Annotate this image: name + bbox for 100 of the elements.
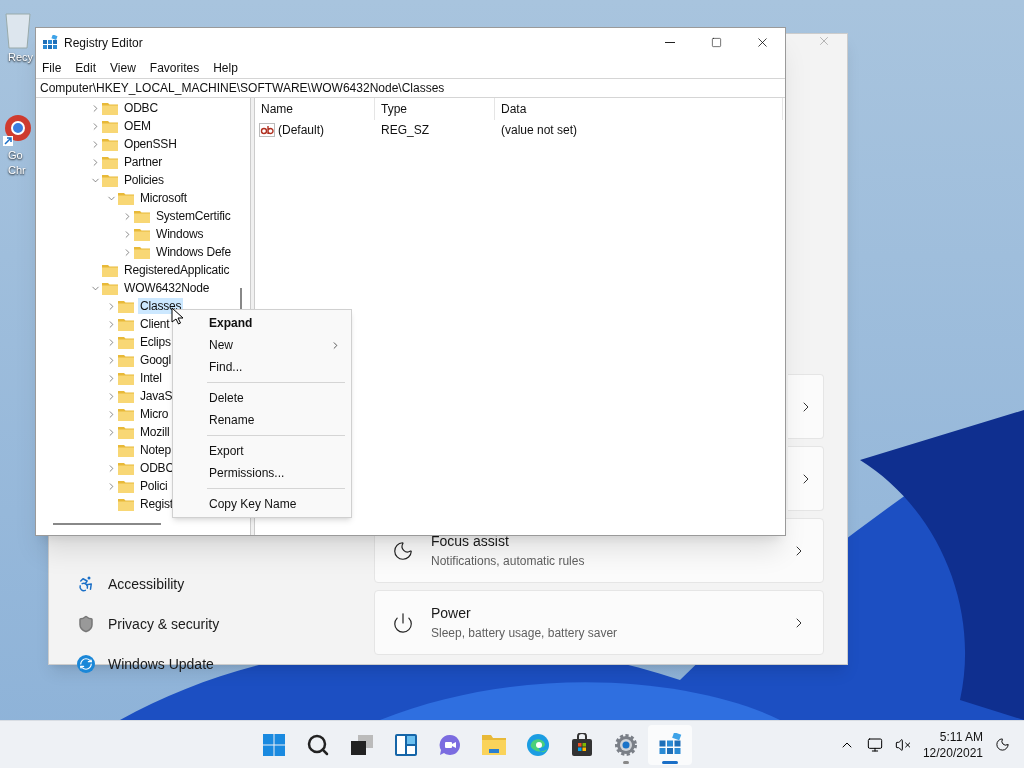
video-chat-icon bbox=[438, 732, 463, 757]
accessibility-icon bbox=[77, 575, 95, 593]
tree-item[interactable]: ODBC bbox=[138, 460, 176, 476]
folder-icon bbox=[118, 335, 134, 349]
menu-item[interactable]: Edit bbox=[73, 58, 99, 77]
browser-swirl-icon bbox=[526, 732, 551, 757]
folder-icon bbox=[102, 137, 118, 151]
windows-logo-icon bbox=[262, 732, 287, 757]
menu-item[interactable]: Export bbox=[173, 440, 351, 462]
nav-item[interactable]: Windows Update bbox=[57, 644, 366, 684]
tree-item[interactable]: ODBC bbox=[122, 100, 160, 116]
tree-item[interactable]: Intel bbox=[138, 370, 164, 386]
folder-icon bbox=[134, 227, 150, 241]
window-title: Registry Editor bbox=[64, 34, 143, 52]
moon-icon bbox=[392, 539, 414, 562]
settings-card[interactable] bbox=[788, 446, 824, 511]
string-value-icon bbox=[259, 123, 275, 137]
menu-item[interactable]: Find... bbox=[173, 356, 351, 378]
tree-item[interactable]: Client bbox=[138, 316, 172, 332]
column-header[interactable]: Data bbox=[495, 98, 783, 120]
tree-item[interactable]: Mozill bbox=[138, 424, 172, 440]
menu-item[interactable]: File bbox=[40, 58, 64, 77]
menu-item[interactable]: Delete bbox=[173, 387, 351, 409]
tree-item[interactable]: OEM bbox=[122, 118, 153, 134]
address-bar[interactable]: Computer\HKEY_LOCAL_MACHINE\SOFTWARE\WOW6432Node\Classes bbox=[36, 78, 785, 98]
tree-item[interactable]: OpenSSH bbox=[122, 136, 179, 152]
table-cell-text: (Default) bbox=[278, 122, 324, 139]
moon-icon[interactable] bbox=[995, 737, 1010, 752]
settings-card[interactable]: Power Sleep, battery usage, battery saver bbox=[374, 590, 824, 655]
recycle-bin-icon[interactable] bbox=[2, 10, 32, 50]
folder-icon bbox=[118, 371, 134, 385]
folder-icon bbox=[102, 263, 118, 277]
folder-icon bbox=[118, 443, 134, 457]
folder-icon bbox=[118, 461, 134, 475]
menu-item[interactable]: Favorites bbox=[147, 58, 202, 77]
card-title: Focus assist bbox=[431, 532, 510, 551]
tree-item[interactable]: WOW6432Node bbox=[122, 280, 212, 296]
close-icon[interactable] bbox=[817, 34, 831, 48]
folder-icon bbox=[134, 245, 150, 259]
network-icon[interactable] bbox=[866, 736, 883, 753]
card-subtitle: Sleep, battery usage, battery saver bbox=[431, 625, 619, 642]
desktop-icon-label: Chr bbox=[8, 163, 26, 178]
nav-item[interactable]: Privacy & security bbox=[57, 604, 366, 644]
tree-item[interactable]: RegisteredApplicatic bbox=[122, 262, 232, 278]
folder-icon bbox=[102, 119, 118, 133]
card-subtitle: Notifications, automatic rules bbox=[431, 553, 586, 570]
menu-item[interactable]: Help bbox=[211, 58, 240, 77]
table-cell-text: (value not set) bbox=[500, 122, 579, 139]
menu-item[interactable]: Copy Key Name bbox=[173, 493, 351, 515]
maximize-icon bbox=[710, 37, 722, 48]
menu-item[interactable]: New bbox=[173, 334, 351, 356]
column-header[interactable]: Type bbox=[375, 98, 495, 120]
nav-item[interactable]: Accessibility bbox=[57, 564, 366, 604]
folder-icon bbox=[102, 173, 118, 187]
scrollbar-thumb[interactable] bbox=[240, 288, 242, 310]
column-header[interactable]: Name bbox=[255, 98, 375, 120]
folder-icon bbox=[102, 155, 118, 169]
tree-item[interactable]: SystemCertific bbox=[154, 208, 233, 224]
stacked-windows-icon bbox=[350, 733, 375, 756]
card-title: Power bbox=[431, 604, 472, 623]
collapsed-caret-icon[interactable] bbox=[122, 246, 133, 258]
tree-item[interactable]: Partner bbox=[122, 154, 164, 170]
menu-item[interactable]: Permissions... bbox=[173, 462, 351, 484]
folder-icon bbox=[118, 353, 134, 367]
folder-icon bbox=[118, 317, 134, 331]
menu-item[interactable]: Rename bbox=[173, 409, 351, 431]
tree-item[interactable]: Regist bbox=[138, 496, 175, 512]
folder-icon bbox=[118, 389, 134, 403]
table-cell-text: REG_SZ bbox=[380, 122, 430, 139]
tree-item[interactable]: Googl bbox=[138, 352, 174, 368]
tree-item[interactable]: Policies bbox=[122, 172, 166, 188]
tree-item[interactable]: Notep bbox=[138, 442, 174, 458]
muted-speaker-icon[interactable] bbox=[894, 736, 911, 753]
menu-item[interactable]: View bbox=[108, 58, 138, 77]
tree-item[interactable]: Microsoft bbox=[138, 190, 189, 206]
clock-time[interactable]: 5:11 AM bbox=[939, 728, 983, 745]
tree-item[interactable]: Polici bbox=[138, 478, 170, 494]
tree-item[interactable]: Micro bbox=[138, 406, 171, 422]
folder-icon bbox=[118, 479, 134, 493]
folder-icon bbox=[134, 209, 150, 223]
gear-icon bbox=[614, 732, 639, 757]
folder-icon bbox=[118, 191, 134, 205]
widgets-icon bbox=[394, 732, 419, 757]
scrollbar-thumb[interactable] bbox=[53, 523, 161, 525]
settings-card[interactable] bbox=[788, 374, 824, 439]
shield-icon bbox=[77, 615, 95, 633]
tree-item[interactable]: Windows bbox=[154, 226, 206, 242]
tree-item[interactable]: Classes bbox=[138, 298, 184, 314]
folder-icon bbox=[102, 101, 118, 115]
folder-icon bbox=[118, 299, 134, 313]
folder-icon bbox=[481, 733, 508, 756]
desktop-icon-label: Recy bbox=[8, 50, 34, 65]
tree-item[interactable]: JavaS bbox=[138, 388, 175, 404]
shopping-bag-icon bbox=[571, 732, 594, 757]
clock-date[interactable]: 12/20/2021 bbox=[922, 744, 983, 761]
tree-item[interactable]: Eclips bbox=[138, 334, 173, 350]
tree-item[interactable]: Windows Defe bbox=[154, 244, 233, 260]
cubes-icon bbox=[42, 34, 58, 51]
cubes-icon bbox=[658, 732, 683, 757]
search-icon bbox=[306, 732, 331, 757]
